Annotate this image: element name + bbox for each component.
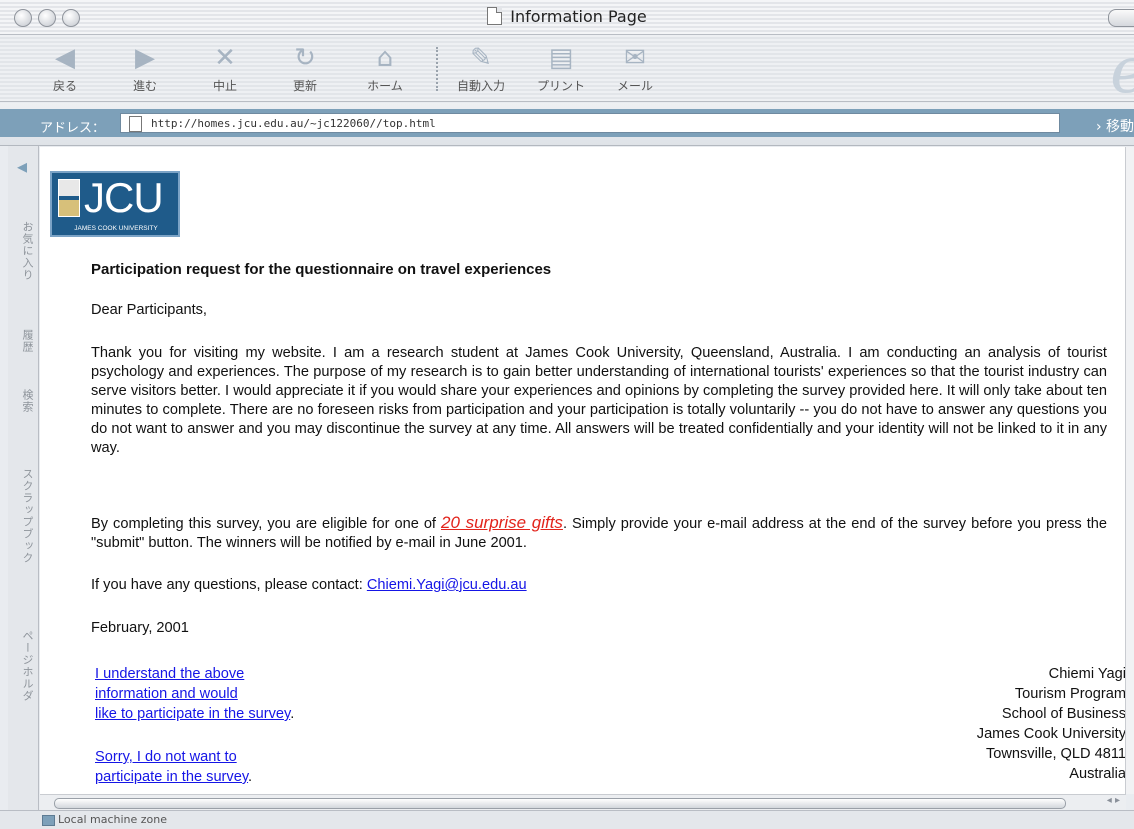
decline-link-line2[interactable]: participate in the survey <box>95 769 248 785</box>
gifts-link[interactable]: 20 surprise gifts <box>441 513 563 532</box>
go-label: 移動 <box>1106 119 1134 135</box>
toolbar: ◀ 戻る ▶ 進む ✕ 中止 ↻ 更新 ⌂ ホーム ✎ 自動入力 ▤ プリント … <box>0 35 1134 103</box>
accept-link-line2[interactable]: information and would <box>95 686 238 702</box>
back-label: 戻る <box>52 79 77 93</box>
printer-icon: ▤ <box>548 43 574 73</box>
refresh-button[interactable]: ↻ 更新 <box>270 43 340 94</box>
signature-block: Chiemi Yagi Tourism Program School of Bu… <box>977 664 1126 784</box>
scroll-arrows-icon[interactable]: ◂ ▸ <box>1107 795 1120 806</box>
logo-subtitle: JAMES COOK UNIVERSITY <box>74 225 158 232</box>
page-icon <box>129 116 142 132</box>
home-label: ホーム <box>367 79 403 93</box>
horizontal-scroll-thumb[interactable] <box>54 798 1066 809</box>
home-button[interactable]: ⌂ ホーム <box>350 43 420 94</box>
tab-favorites[interactable]: お気に入り <box>11 196 35 306</box>
signature-city: Townsville, QLD 4811 <box>985 746 1126 762</box>
toolbar-separator <box>436 47 438 91</box>
address-input[interactable]: http://homes.jcu.edu.au/~jc122060//top.h… <box>120 113 1060 133</box>
greeting: Dear Participants, <box>91 302 207 318</box>
page-heading: Participation request for the questionna… <box>91 261 552 278</box>
document-icon <box>487 7 503 25</box>
autofill-button[interactable]: ✎ 自動入力 <box>446 43 516 94</box>
vertical-scrollbar[interactable] <box>1125 147 1134 794</box>
tab-scrapbook[interactable]: スクラップブック <box>11 436 35 596</box>
autofill-label: 自動入力 <box>456 79 505 93</box>
mail-button[interactable]: ✉ メール <box>600 43 670 94</box>
accept-link-line3[interactable]: like to participate in the survey <box>95 706 290 722</box>
window-title-text: Information Page <box>510 7 647 26</box>
title-bar: Information Page <box>0 0 1134 35</box>
accept-link-line1[interactable]: I understand the above <box>95 666 244 682</box>
stop-label: 中止 <box>212 79 237 93</box>
zone-text: Local machine zone <box>58 813 168 826</box>
stop-button[interactable]: ✕ 中止 <box>190 43 260 94</box>
gifts-text-before: By completing this survey, you are eligi… <box>91 516 442 532</box>
refresh-icon: ↻ <box>294 43 316 73</box>
autofill-icon: ✎ <box>470 43 492 73</box>
go-button[interactable]: › 移動 <box>1096 116 1134 136</box>
address-url: http://homes.jcu.edu.au/~jc122060//top.h… <box>151 117 436 130</box>
mail-label: メール <box>616 79 653 93</box>
back-button[interactable]: ◀ 戻る <box>30 43 100 94</box>
contact-text: If you have any questions, please contac… <box>91 577 367 593</box>
toolbar-toggle-button[interactable] <box>1108 9 1134 27</box>
address-bar: アドレス： http://homes.jcu.edu.au/~jc122060/… <box>0 103 1134 146</box>
zone-icon <box>42 815 55 826</box>
signature-school: School of Business <box>1001 706 1126 722</box>
home-icon: ⌂ <box>376 43 394 73</box>
print-button[interactable]: ▤ プリント <box>526 43 596 94</box>
page-content: JCU JAMES COOK UNIVERSITY Participation … <box>40 147 1126 794</box>
signature-program: Tourism Program <box>1014 686 1126 702</box>
jcu-logo: JCU JAMES COOK UNIVERSITY <box>50 171 180 237</box>
horizontal-scrollbar[interactable]: ◂ ▸ <box>40 794 1126 811</box>
intro-paragraph: Thank you for visiting my website. I am … <box>91 345 1107 456</box>
signature-university: James Cook University <box>976 726 1126 742</box>
forward-button[interactable]: ▶ 進む <box>110 43 180 94</box>
forward-arrow-icon: ▶ <box>135 43 155 73</box>
address-label: アドレス： <box>40 121 106 136</box>
print-label: プリント <box>536 79 585 93</box>
decline-choice: Sorry, I do not want to participate in t… <box>95 747 252 787</box>
signature-name: Chiemi Yagi <box>1048 666 1126 682</box>
sidebar-tabs: ◂ お気に入り 履歴 検索 スクラップブック ページホルダ <box>8 146 39 810</box>
stop-icon: ✕ <box>214 43 236 73</box>
accept-period: . <box>290 706 295 722</box>
date: February, 2001 <box>91 620 189 636</box>
tab-history[interactable]: 履歴 <box>11 316 35 366</box>
tab-search[interactable]: 検索 <box>11 376 35 426</box>
forward-label: 進む <box>132 79 157 93</box>
refresh-label: 更新 <box>292 79 317 93</box>
decline-period: . <box>248 769 253 785</box>
back-arrow-icon: ◀ <box>55 43 75 73</box>
status-bar: Local machine zone <box>0 810 1134 829</box>
crest-icon <box>58 179 80 217</box>
contact-email-link[interactable]: Chiemi.Yagi@jcu.edu.au <box>367 577 527 593</box>
browser-logo-icon: e <box>1110 39 1134 103</box>
accept-choice: I understand the above information and w… <box>95 664 294 724</box>
logo-text: JCU <box>84 174 164 221</box>
address-strip: アドレス： http://homes.jcu.edu.au/~jc122060/… <box>0 109 1134 137</box>
window-title: Information Page <box>0 7 1134 26</box>
signature-country: Australia <box>1069 766 1126 782</box>
mail-icon: ✉ <box>624 43 646 73</box>
sidebar-toggle-icon[interactable]: ◂ <box>10 154 34 184</box>
decline-link-line1[interactable]: Sorry, I do not want to <box>95 749 237 765</box>
gifts-paragraph: By completing this survey, you are eligi… <box>91 513 1107 553</box>
contact-line: If you have any questions, please contac… <box>91 577 1107 593</box>
tab-page-holder[interactable]: ページホルダ <box>11 606 35 726</box>
